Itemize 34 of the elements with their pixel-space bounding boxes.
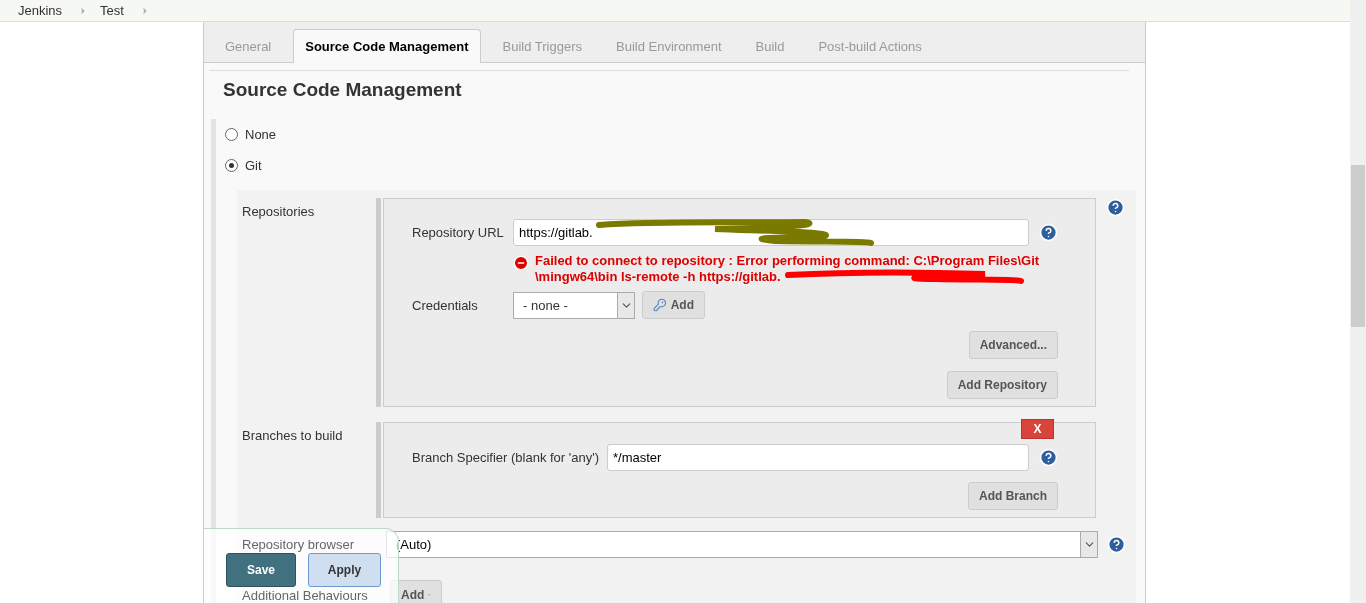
field-label: Credentials xyxy=(412,297,479,313)
add-credentials-button[interactable]: Add xyxy=(642,291,705,319)
field-label: Additional Behaviours xyxy=(241,587,369,603)
section-title: Source Code Management xyxy=(223,78,463,102)
radio-label: None xyxy=(245,127,277,142)
field-label: Branch Specifier (blank for 'any') xyxy=(412,450,601,465)
save-button[interactable]: Save xyxy=(226,553,296,587)
add-repository-button[interactable]: Add Repository xyxy=(946,371,1058,399)
credentials-select[interactable]: - none - xyxy=(513,291,635,319)
help-icon[interactable] xyxy=(1039,448,1058,467)
tab[interactable]: Source Code Management xyxy=(293,29,481,63)
field-label: Repositories xyxy=(241,203,316,219)
delete-button[interactable]: X xyxy=(1021,419,1054,439)
scrollbar-thumb[interactable] xyxy=(1351,165,1365,327)
key-icon xyxy=(653,298,667,312)
radio-button[interactable] xyxy=(225,128,238,141)
field-label: Branches to build xyxy=(241,427,344,443)
radio-label: Git xyxy=(245,158,262,173)
add-branch-button[interactable]: Add Branch xyxy=(968,482,1058,510)
error-message: \mingw64\bin ls-remote -h https://gitlab. xyxy=(535,269,781,285)
advanced-button[interactable]: Advanced... xyxy=(968,331,1058,359)
scrollbar[interactable] xyxy=(1350,0,1366,603)
help-icon[interactable] xyxy=(1039,223,1058,242)
breadcrumb-link[interactable]: Jenkins xyxy=(18,3,63,18)
error-message: Failed to connect to repository : Error performing command: C:\Program Files\Git xyxy=(535,253,1040,269)
radio-button[interactable] xyxy=(225,159,238,172)
breadcrumb-link[interactable]: Test xyxy=(100,3,124,18)
branch-specifier-field[interactable]: */master xyxy=(607,444,1029,471)
help-icon[interactable] xyxy=(1107,535,1126,554)
help-icon[interactable] xyxy=(1106,198,1125,217)
field-label: Repository URL xyxy=(412,225,505,240)
field-label: Repository browser xyxy=(241,537,355,552)
apply-button[interactable]: Apply xyxy=(308,553,381,587)
error-icon xyxy=(513,255,529,271)
